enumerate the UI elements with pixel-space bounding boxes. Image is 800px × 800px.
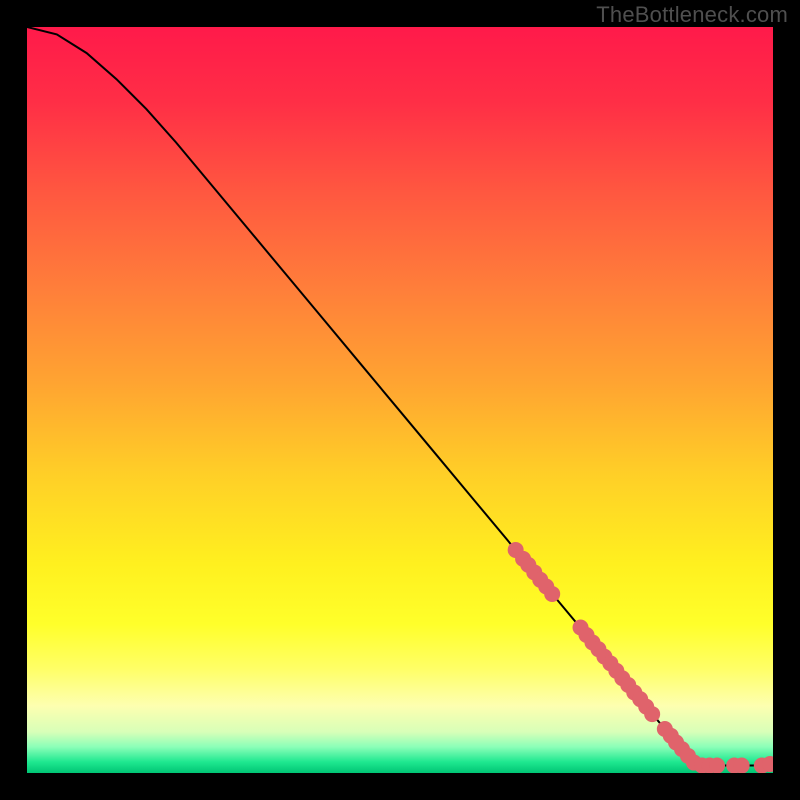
watermark-text: TheBottleneck.com	[596, 2, 788, 28]
plot-area	[27, 27, 773, 773]
data-marker	[544, 586, 560, 602]
chart-frame: TheBottleneck.com	[0, 0, 800, 800]
data-marker	[709, 758, 725, 773]
gradient-background	[27, 27, 773, 773]
data-marker	[644, 706, 660, 722]
data-marker	[734, 758, 750, 773]
chart-svg	[27, 27, 773, 773]
